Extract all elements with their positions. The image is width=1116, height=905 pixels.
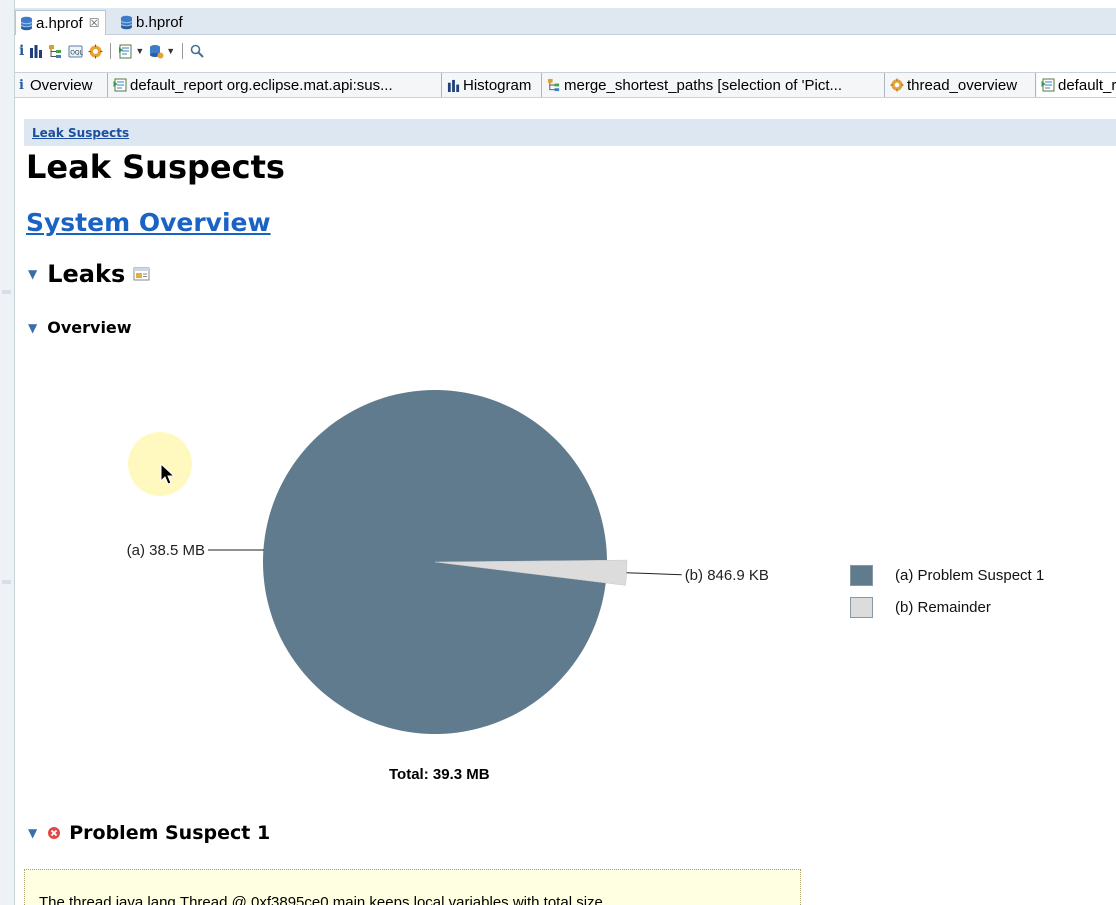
histogram-icon [447,79,460,92]
chevron-down-icon[interactable]: ▼ [135,46,144,56]
info-icon: i [19,77,24,93]
tab-label: Histogram [463,76,532,94]
tab-default-report-2[interactable]: default_r [1037,73,1116,97]
data-label-b: (b) 846.9 KB [685,567,769,584]
legend-swatch [850,596,873,618]
collapse-triangle-icon[interactable]: ▼ [28,267,37,281]
editor-tab-b-hprof[interactable]: b.hprof [116,10,189,35]
histogram-icon[interactable] [29,44,43,58]
thread-icon [890,78,904,92]
tab-label: default_r [1058,76,1116,94]
reports-icon[interactable] [118,44,133,59]
tab-thread-overview[interactable]: thread_overview [886,73,1036,97]
report-icon [113,78,127,92]
section-title: Problem Suspect 1 [69,822,271,844]
chart-legend: (a) Problem Suspect 1 (b) Remainder [850,559,1044,623]
tab-label: merge_shortest_paths [selection of 'Pict… [564,76,843,94]
tab-merge-shortest-paths[interactable]: merge_shortest_paths [selection of 'Pict… [543,73,885,97]
data-label-a: (a) 38.5 MB [127,542,205,559]
breadcrumb: Leak Suspects [24,119,1116,146]
suspect-description-box: The thread java.lang.Thread @ 0xf3895ce0… [24,869,801,905]
section-title: Leaks [47,260,126,288]
section-leaks[interactable]: ▼ Leaks [28,260,150,288]
section-problem-suspect-1[interactable]: ▼ Problem Suspect 1 [28,822,270,844]
editor-tab-label: b.hprof [136,14,183,31]
section-title: Overview [47,318,132,337]
heap-dump-icon [20,16,33,30]
paths-icon [547,78,560,92]
report-icon [1041,78,1055,92]
legend-label: (b) Remainder [895,598,991,616]
tab-histogram[interactable]: Histogram [443,73,542,97]
legend-swatch [850,564,873,586]
oql-icon[interactable]: OQL [68,44,83,59]
legend-item-remainder: (b) Remainder [850,591,1044,623]
collapse-triangle-icon[interactable]: ▼ [28,321,37,335]
system-overview-link[interactable]: System Overview [26,208,271,237]
query-browser-icon[interactable] [149,44,164,59]
breadcrumb-link-leak-suspects[interactable]: Leak Suspects [32,126,129,140]
toolbar-separator [110,43,112,59]
tab-label: thread_overview [907,76,1018,94]
chevron-down-icon[interactable]: ▼ [166,46,175,56]
legend-label: (a) Problem Suspect 1 [895,566,1045,584]
toolbar-separator [182,43,184,59]
section-overview[interactable]: ▼ Overview [28,318,132,337]
svg-text:OQL: OQL [71,49,84,56]
pie-slice-problem-suspect[interactable] [262,390,607,735]
editor-tab-a-hprof[interactable]: a.hprof ☒ [15,10,107,35]
leader-line-b [626,572,682,576]
overview-icon[interactable]: i [19,43,24,59]
details-icon[interactable] [133,266,150,282]
suspect-description-text: The thread java.lang.Thread @ 0xf3895ce0… [39,894,603,905]
pie-slice-remainder[interactable] [434,559,628,586]
collapse-triangle-icon[interactable]: ▼ [28,826,37,840]
close-icon[interactable]: ☒ [89,16,100,30]
tab-label: default_report org.eclipse.mat.api:sus..… [130,76,393,94]
editor-tab-bar: a.hprof ☒ b.hprof [15,8,1116,35]
editor-tab-label: a.hprof [36,14,83,32]
query-tab-bar: i Overview default_report org.eclipse.ma… [15,72,1116,98]
thread-overview-icon[interactable] [88,44,103,59]
error-icon [48,827,61,839]
toolbar: i OQL ▼ ▼ [15,36,1116,66]
mouse-cursor-icon [160,463,176,485]
heap-dump-icon [120,15,133,30]
chart-total: Total: 39.3 MB [389,766,490,783]
dominator-tree-icon[interactable] [48,44,63,59]
legend-item-problem-suspect: (a) Problem Suspect 1 [850,559,1044,591]
tab-label: Overview [29,76,93,94]
tab-overview[interactable]: i Overview [15,73,108,97]
search-icon[interactable] [190,44,204,58]
page-title: Leak Suspects [26,148,285,186]
tab-default-report[interactable]: default_report org.eclipse.mat.api:sus..… [109,73,442,97]
left-panel-gutter [0,0,15,905]
